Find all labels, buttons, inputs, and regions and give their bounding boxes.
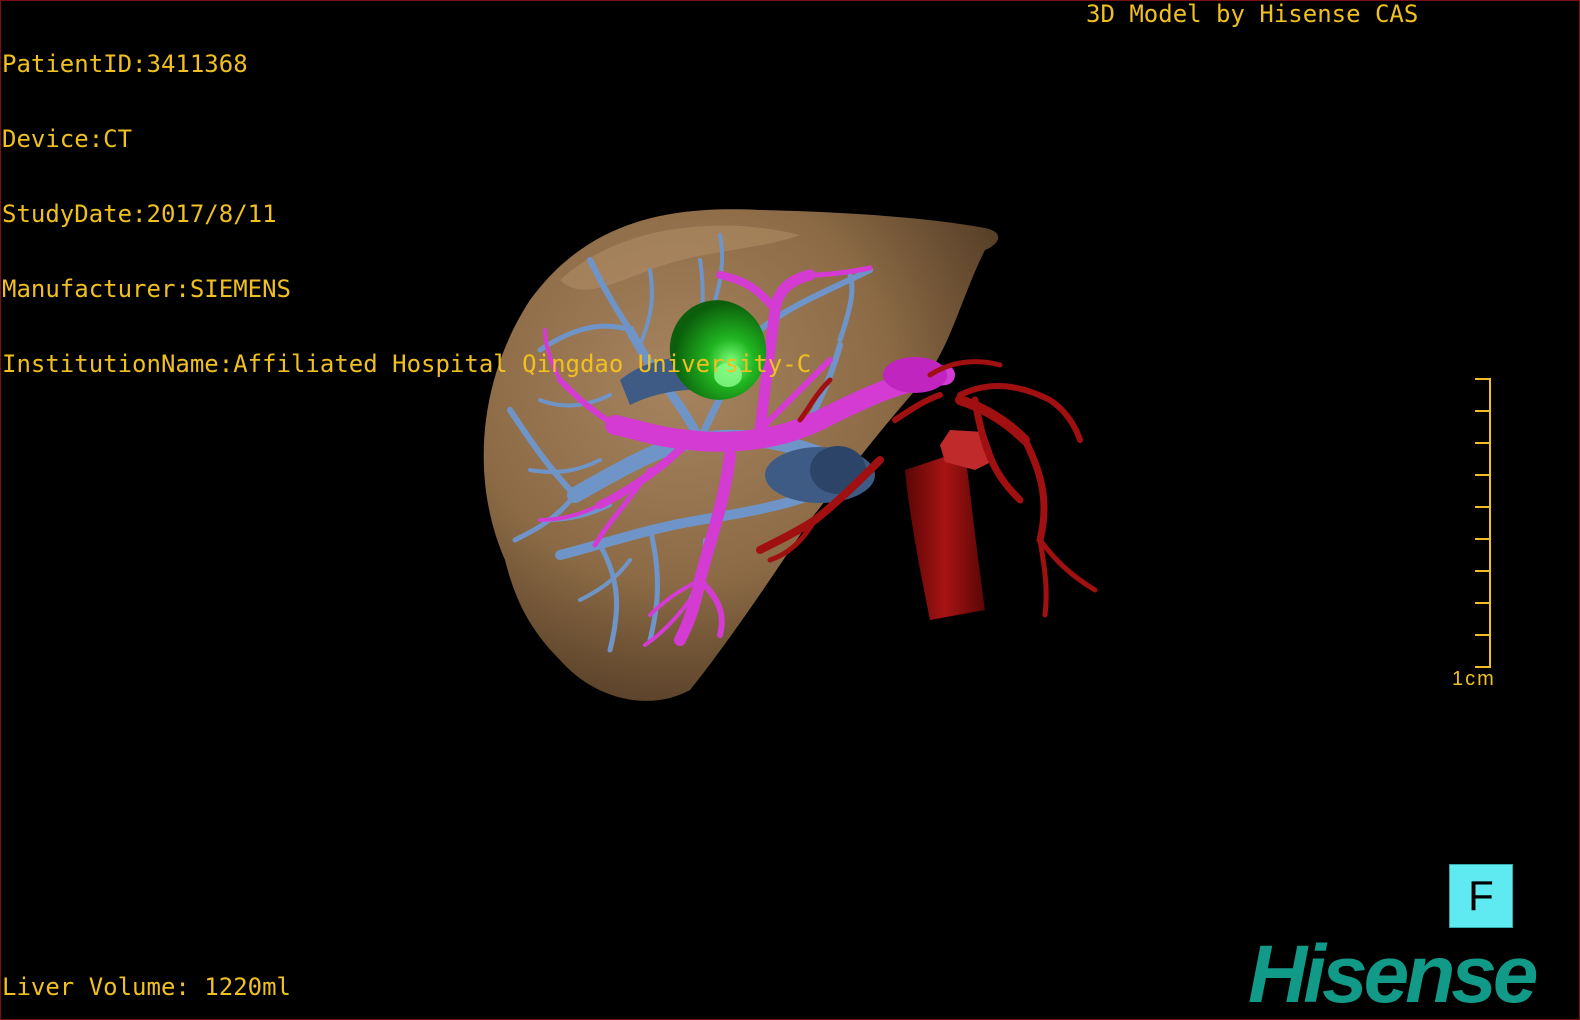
institution-name: InstitutionName:Affiliated Hospital Qing… — [2, 350, 812, 378]
dicom-info-panel: PatientID:3411368 Device:CT StudyDate:20… — [2, 2, 811, 402]
scale-bar — [1475, 378, 1491, 668]
patient-id: PatientID:3411368 — [2, 50, 248, 78]
study-date: StudyDate:2017/8/11 — [2, 200, 277, 228]
orientation-cube-face[interactable]: F — [1449, 864, 1513, 928]
liver-volume: Liver Volume: 1220ml — [2, 973, 291, 1001]
hisense-logo: Hisense — [1248, 929, 1539, 1020]
device: Device:CT — [2, 125, 133, 153]
portal-confluence — [883, 357, 947, 393]
manufacturer: Manufacturer:SIEMENS — [2, 275, 291, 303]
scale-label: 1cm — [1452, 668, 1496, 690]
model-credit: 3D Model by Hisense CAS — [1086, 0, 1419, 28]
